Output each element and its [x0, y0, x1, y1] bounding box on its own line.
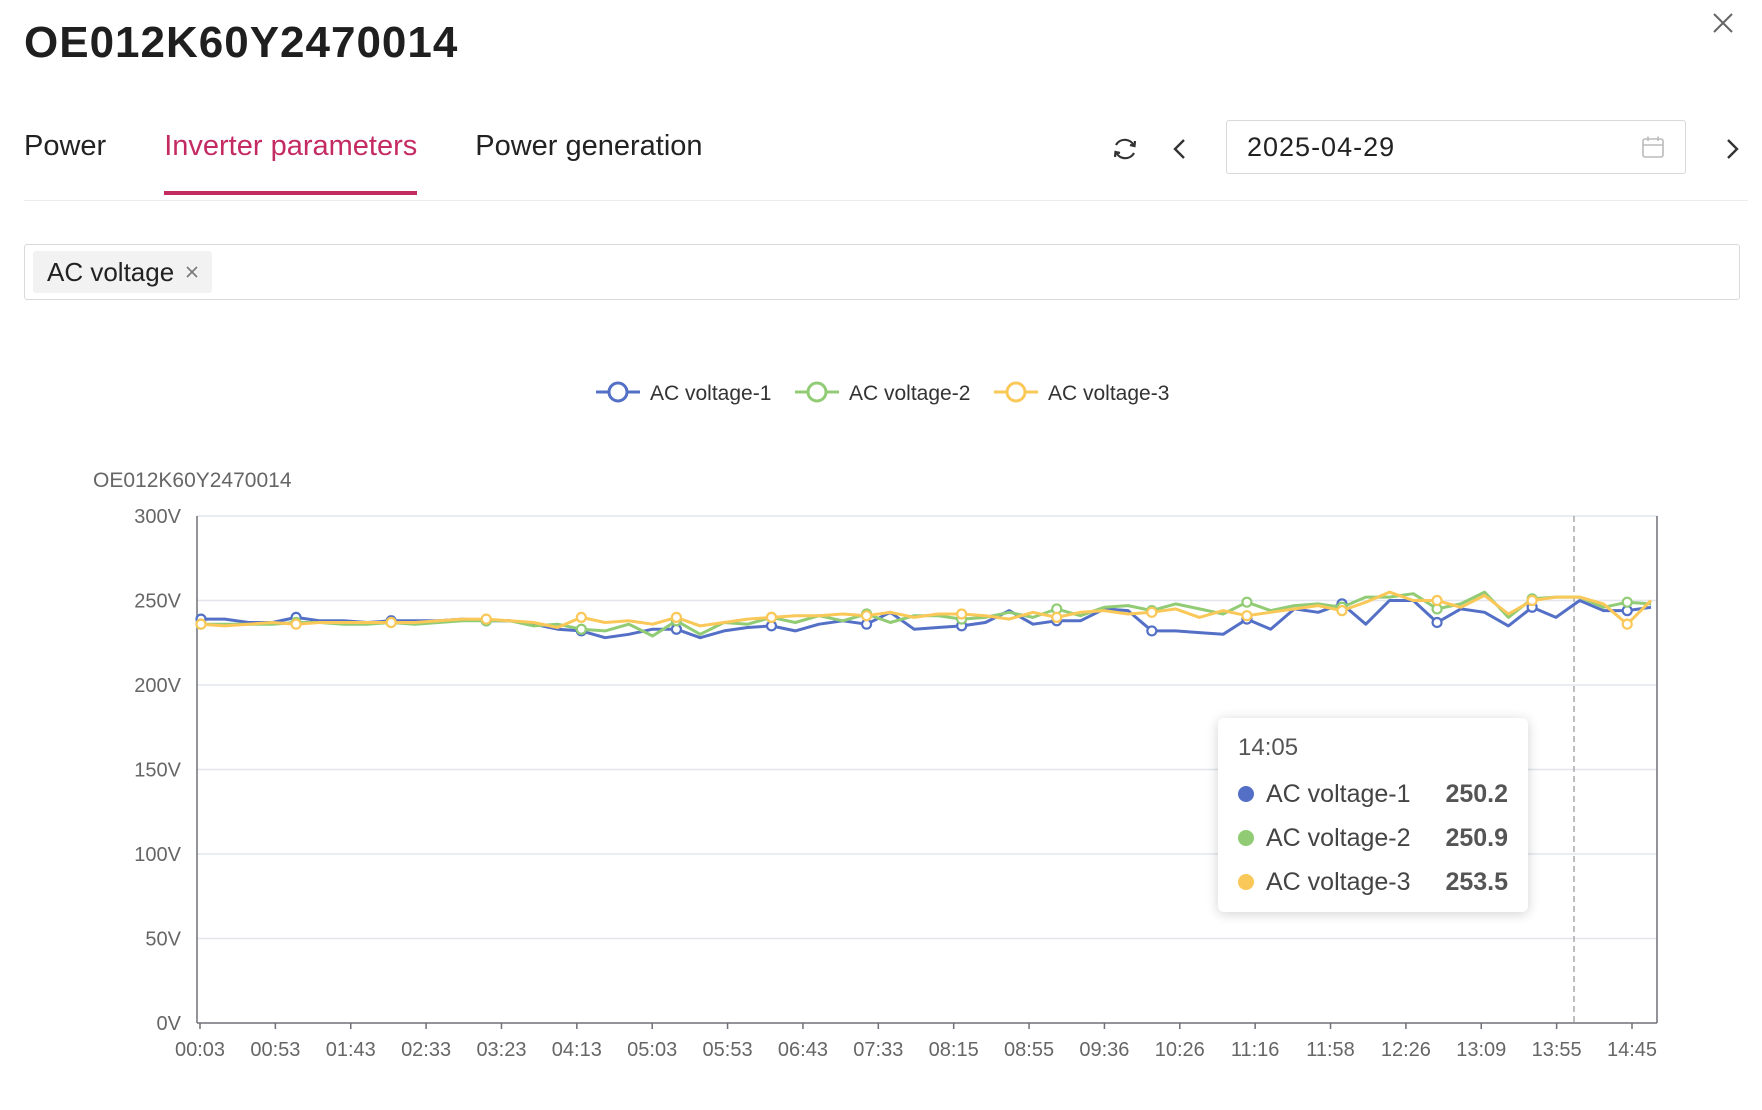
chart-series — [195, 590, 1653, 640]
data-point[interactable] — [1241, 596, 1253, 608]
series-color-dot — [1238, 830, 1254, 846]
x-tick-label: 13:09 — [1456, 1039, 1506, 1061]
data-point[interactable] — [670, 611, 683, 623]
y-tick-label: 200V — [134, 675, 181, 697]
data-point[interactable] — [1146, 606, 1158, 618]
x-tick-label: 01:43 — [326, 1039, 376, 1061]
y-tick-label: 250V — [134, 591, 181, 613]
data-point[interactable] — [1146, 625, 1158, 637]
data-point[interactable] — [1431, 616, 1443, 629]
legend-item[interactable]: AC voltage-2 — [795, 381, 970, 405]
previous-day-button[interactable] — [1168, 134, 1192, 164]
y-tick-label: 150V — [134, 760, 181, 782]
x-tick-label: 10:26 — [1155, 1039, 1205, 1061]
tab-divider — [24, 200, 1748, 201]
data-point[interactable] — [1621, 618, 1633, 630]
x-tick-label: 08:15 — [929, 1039, 979, 1061]
data-point[interactable] — [956, 608, 968, 620]
x-tick-label: 09:36 — [1079, 1039, 1129, 1061]
x-tick-label: 05:53 — [703, 1039, 753, 1061]
x-tick-label: 03:23 — [476, 1039, 526, 1061]
legend-label: AC voltage-2 — [849, 382, 970, 405]
x-tick-label: 07:33 — [853, 1039, 903, 1061]
date-input[interactable] — [1247, 131, 1627, 163]
y-tick-label: 0V — [157, 1013, 182, 1035]
legend-item[interactable]: AC voltage-3 — [994, 381, 1169, 405]
close-button[interactable] — [1708, 8, 1738, 38]
chart-tooltip: 14:05 AC voltage-1 250.2 AC voltage-2 25… — [1218, 718, 1528, 912]
data-point[interactable] — [1431, 594, 1443, 607]
x-tick-label: 06:43 — [778, 1039, 828, 1061]
tooltip-series-value: 250.2 — [1445, 779, 1508, 808]
next-day-button[interactable] — [1720, 134, 1744, 164]
legend-item[interactable]: AC voltage-1 — [596, 381, 771, 405]
tooltip-series-name: AC voltage-3 — [1266, 867, 1411, 896]
chevron-right-icon — [1727, 139, 1739, 159]
series-color-dot — [1238, 874, 1254, 890]
legend-marker — [607, 381, 629, 403]
x-tick-label: 14:45 — [1607, 1039, 1657, 1061]
tooltip-time: 14:05 — [1238, 734, 1299, 761]
chevron-left-icon — [1173, 139, 1185, 159]
calendar-icon[interactable] — [1641, 135, 1665, 159]
data-point[interactable] — [1621, 596, 1633, 608]
parameter-tag: AC voltage — [33, 251, 213, 293]
data-point[interactable] — [480, 613, 492, 625]
data-point[interactable] — [575, 611, 587, 623]
data-point[interactable] — [765, 611, 778, 623]
tab-inverter-parameters[interactable]: Inverter parameters — [164, 130, 418, 195]
tab-power[interactable]: Power — [24, 130, 106, 191]
series-color-dot — [1238, 786, 1254, 802]
x-tick-label: 11:58 — [1306, 1039, 1355, 1061]
close-icon — [1713, 13, 1733, 33]
data-point[interactable] — [1241, 610, 1253, 622]
refresh-icon — [1113, 138, 1137, 160]
page-title: OE012K60Y2470014 — [24, 18, 459, 67]
chart-legend: AC voltage-1 AC voltage-2 AC voltage-3 — [596, 381, 1169, 405]
data-point[interactable] — [860, 610, 873, 622]
parameter-select[interactable]: AC voltage — [24, 244, 1740, 300]
legend-marker — [1005, 381, 1027, 403]
x-tick-label: 00:03 — [175, 1039, 225, 1061]
legend-label: AC voltage-1 — [650, 382, 771, 405]
tab-bar: Power Inverter parameters Power generati… — [24, 130, 703, 195]
data-point[interactable] — [290, 618, 302, 630]
data-point[interactable] — [1051, 611, 1063, 623]
x-tick-label: 12:26 — [1381, 1039, 1431, 1061]
tooltip-series-value: 250.9 — [1445, 823, 1508, 852]
y-tick-label: 300V — [134, 506, 181, 528]
legend-label: AC voltage-3 — [1048, 382, 1169, 405]
y-tick-label: 100V — [134, 844, 181, 866]
y-tick-label: 50V — [145, 929, 181, 951]
x-tick-label: 00:53 — [250, 1039, 300, 1061]
data-point[interactable] — [385, 616, 397, 629]
tooltip-series-name: AC voltage-2 — [1266, 823, 1411, 852]
x-tick-label: 13:55 — [1532, 1039, 1582, 1061]
data-point[interactable] — [1526, 594, 1538, 607]
data-point[interactable] — [575, 623, 587, 635]
data-point[interactable] — [1336, 605, 1348, 617]
tab-power-generation[interactable]: Power generation — [475, 130, 702, 191]
tooltip-series-value: 253.5 — [1445, 867, 1508, 896]
x-tick-label: 08:55 — [1004, 1039, 1054, 1061]
legend-marker — [806, 381, 828, 403]
parameter-tag-label: AC voltage — [47, 256, 175, 287]
tooltip-row: AC voltage-1 250.2 — [1238, 772, 1508, 816]
x-tick-label: 02:33 — [401, 1039, 451, 1061]
data-point[interactable] — [195, 618, 207, 630]
x-tick-label: 11:16 — [1231, 1039, 1280, 1061]
chart-title: OE012K60Y2470014 — [93, 469, 292, 492]
tag-close-icon[interactable] — [184, 264, 200, 280]
x-tick-label: 05:03 — [627, 1039, 677, 1061]
tooltip-series-name: AC voltage-1 — [1266, 779, 1411, 808]
date-picker[interactable] — [1226, 120, 1686, 174]
x-tick-label: 04:13 — [552, 1039, 602, 1061]
tooltip-row: AC voltage-2 250.9 — [1238, 816, 1508, 860]
tooltip-row: AC voltage-3 253.5 — [1238, 860, 1508, 904]
refresh-button[interactable] — [1110, 134, 1140, 164]
